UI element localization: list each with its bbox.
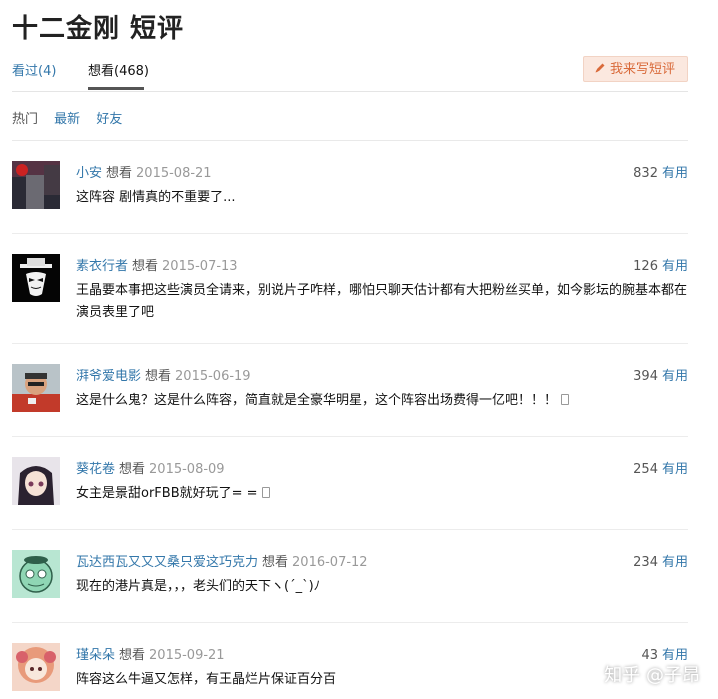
comment-meta: 瓦达西瓦又又又桑只爱这巧克力 想看 2016-07-12 [76, 551, 368, 570]
filter-hot[interactable]: 热门 [12, 112, 38, 127]
comment-user[interactable]: 瓦达西瓦又又又桑只爱这巧克力 [76, 555, 258, 570]
write-review-button[interactable]: 我来写短评 [582, 56, 688, 82]
tab-want-to-watch[interactable]: 想看(468) [88, 60, 149, 79]
watermark: 知乎 @子昂 [604, 665, 700, 686]
vote-area: 832 有用 [633, 162, 688, 181]
avatar[interactable] [12, 161, 60, 209]
tab-bar: 看过(4) 想看(468) 我来写短评 [12, 56, 688, 92]
comment-text: 女主是景甜orFBB就好玩了= = [76, 483, 688, 505]
comment-status: 想看 [106, 166, 133, 181]
comment-meta: 湃爷爱电影 想看 2015-06-19 [76, 365, 251, 384]
comment-status: 想看 [262, 555, 289, 570]
comment-text: 这阵容 剧情真的不重要了... [76, 190, 236, 205]
avatar[interactable] [12, 364, 60, 412]
comment-text-content: 这是什么鬼？这是什么阵容，简直就是全豪华明星，这个阵容出场费得一亿吧！！！ [76, 393, 558, 408]
comment-date: 2015-06-19 [175, 369, 251, 384]
useful-button[interactable]: 有用 [662, 369, 688, 384]
vote-area: 126 有用 [633, 255, 688, 274]
avatar[interactable] [12, 457, 60, 505]
comment-date: 2016-07-12 [292, 555, 368, 570]
divider [12, 233, 688, 234]
tab-watched[interactable]: 看过(4) [12, 60, 56, 79]
useful-button[interactable]: 有用 [662, 166, 688, 181]
comment-user[interactable]: 素衣行者 [76, 259, 128, 274]
vote-count: 126 [633, 259, 658, 274]
comment-date: 2015-07-13 [162, 259, 238, 274]
divider [12, 343, 688, 344]
mobile-icon [261, 487, 270, 498]
comment-status: 想看 [145, 369, 172, 384]
divider [12, 529, 688, 530]
comment-meta: 小安 想看 2015-08-21 [76, 162, 212, 181]
comment-user[interactable]: 小安 [76, 166, 102, 181]
comment-date: 2015-09-21 [149, 648, 225, 663]
page-title: 十二金刚 短评 [12, 14, 185, 44]
vote-count: 234 [633, 555, 658, 570]
write-review-label: 我来写短评 [609, 62, 675, 77]
comment-text-content: 女主是景甜orFBB就好玩了= = [76, 486, 258, 501]
comment-status: 想看 [119, 648, 146, 663]
comment-date: 2015-08-09 [149, 462, 225, 477]
vote-area: 254 有用 [633, 458, 688, 477]
vote-count: 394 [633, 369, 658, 384]
active-tab-indicator [88, 87, 144, 90]
comment-meta: 素衣行者 想看 2015-07-13 [76, 255, 238, 274]
avatar[interactable] [12, 643, 60, 691]
comment-user[interactable]: 瑾朵朵 [76, 648, 115, 663]
useful-button[interactable]: 有用 [662, 555, 688, 570]
pencil-icon [595, 63, 605, 73]
sort-filters: 热门 最新 好友 [12, 108, 134, 127]
comment-user[interactable]: 湃爷爱电影 [76, 369, 141, 384]
vote-count: 832 [633, 166, 658, 181]
comment-meta: 瑾朵朵 想看 2015-09-21 [76, 644, 225, 663]
comment-text: 王晶要本事把这些演员全请来，别说片子咋样，哪怕只聊天估计都有大把粉丝买单，如今影… [76, 283, 688, 320]
divider [12, 622, 688, 623]
useful-button[interactable]: 有用 [662, 259, 688, 274]
comment-text: 现在的港片真是，，，老头们的天下ヽ(ˊ_ˋ)ﾉ [76, 579, 321, 594]
comment-status: 想看 [119, 462, 146, 477]
filter-friends[interactable]: 好友 [96, 112, 122, 127]
comment-status: 想看 [132, 259, 159, 274]
avatar[interactable] [12, 550, 60, 598]
filter-latest[interactable]: 最新 [54, 112, 80, 127]
avatar[interactable] [12, 254, 60, 302]
comment-user[interactable]: 葵花卷 [76, 462, 115, 477]
divider [12, 436, 688, 437]
mobile-icon [561, 394, 570, 405]
comment-date: 2015-08-21 [136, 166, 212, 181]
comment-meta: 葵花卷 想看 2015-08-09 [76, 458, 225, 477]
vote-area: 394 有用 [633, 365, 688, 384]
useful-button[interactable]: 有用 [662, 462, 688, 477]
comment-text: 阵容这么牛逼又怎样，有王晶烂片保证百分百 [76, 672, 337, 687]
vote-area: 234 有用 [633, 551, 688, 570]
comment-text: 这是什么鬼？这是什么阵容，简直就是全豪华明星，这个阵容出场费得一亿吧！！！ [76, 390, 688, 412]
vote-count: 254 [633, 462, 658, 477]
divider [12, 140, 688, 141]
